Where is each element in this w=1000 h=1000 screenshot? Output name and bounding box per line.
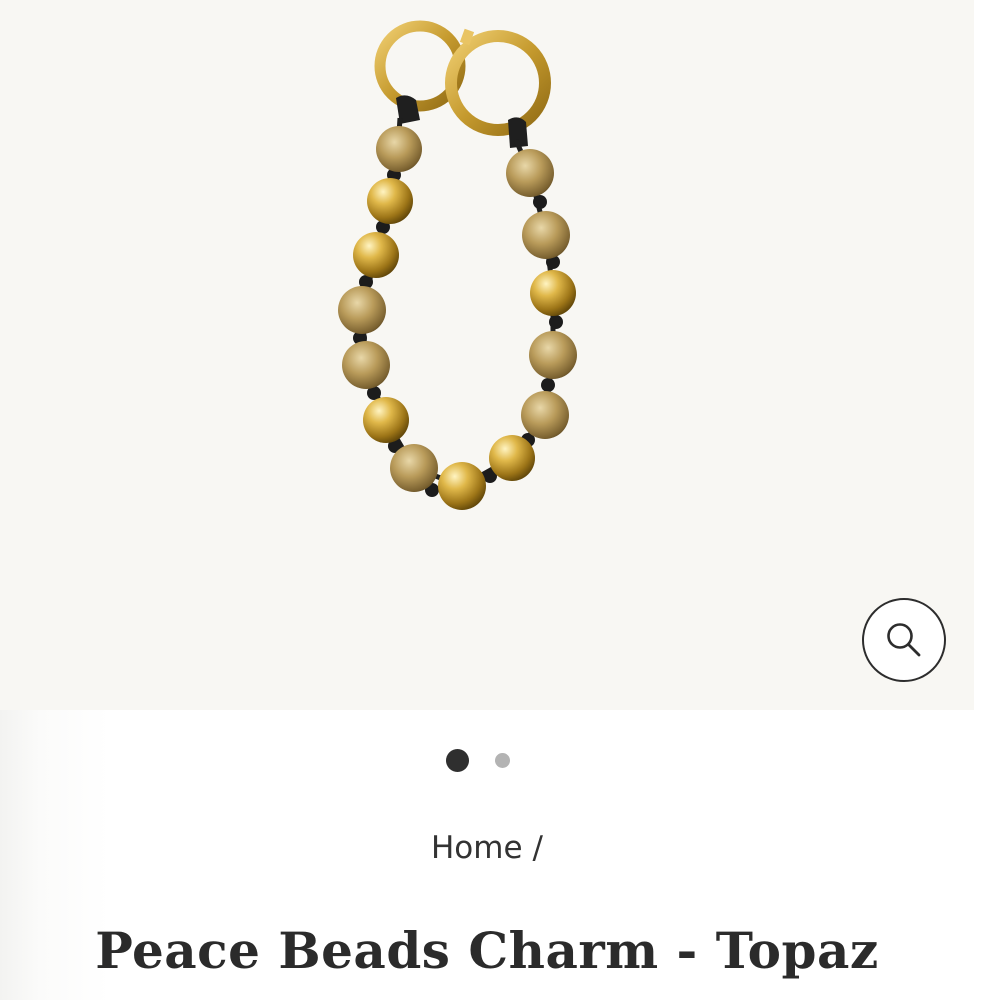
breadcrumb-home-link[interactable]: Home (431, 830, 523, 866)
zoom-button[interactable] (862, 598, 946, 682)
product-title: Peace Beads Charm - Topaz (95, 921, 879, 980)
carousel-dot-2[interactable] (495, 753, 510, 768)
product-image (338, 20, 577, 510)
product-page: Home / Peace Beads Charm - Topaz (0, 0, 1000, 1000)
carousel-dot-1[interactable] (446, 749, 469, 772)
breadcrumb-separator: / (532, 830, 543, 866)
carousel-pagination (0, 749, 974, 773)
product-gallery[interactable] (0, 0, 974, 710)
breadcrumb: Home / (0, 826, 974, 870)
search-icon (887, 623, 921, 657)
